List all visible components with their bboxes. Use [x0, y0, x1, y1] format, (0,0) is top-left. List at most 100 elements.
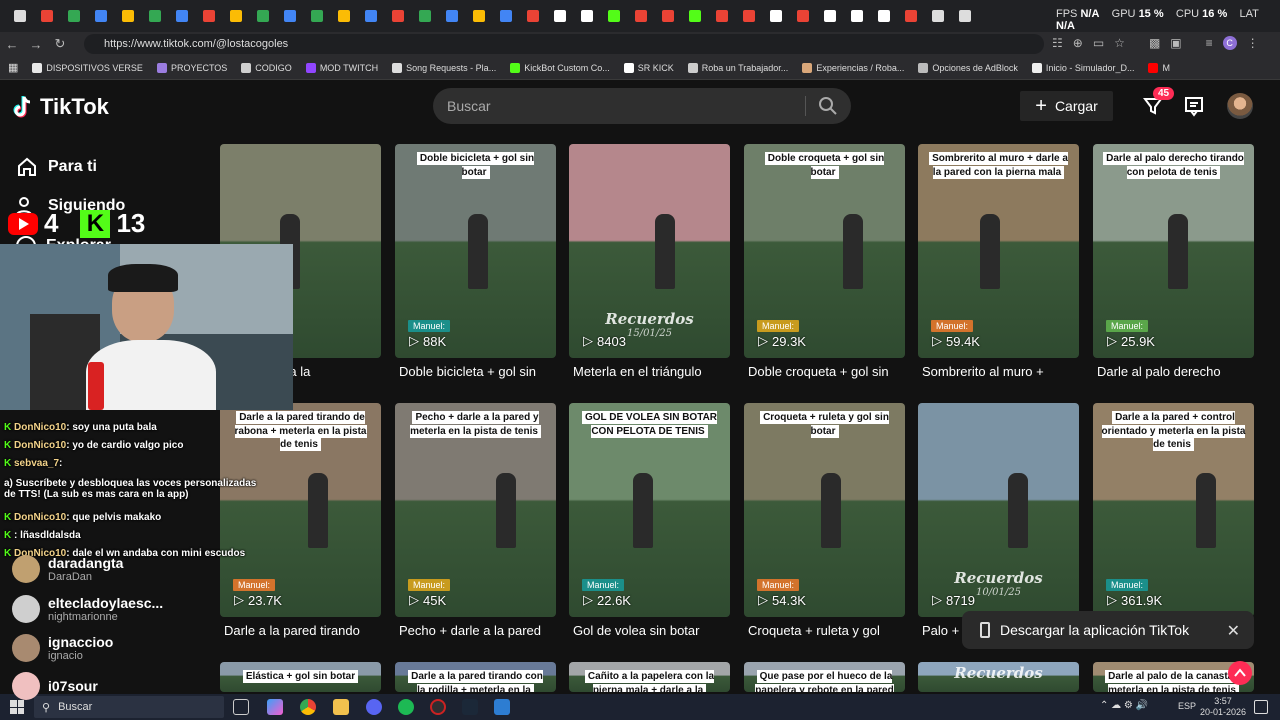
browser-tab[interactable]: [816, 0, 843, 32]
bookmark-item[interactable]: Roba un Trabajador...: [687, 62, 788, 73]
browser-tab[interactable]: [573, 0, 600, 32]
taskbar-clock[interactable]: 3:57 20-01-2026: [1200, 696, 1246, 718]
following-account[interactable]: daradangta DaraDan: [12, 555, 123, 583]
messages-icon[interactable]: [1183, 95, 1205, 117]
profile-icon[interactable]: C: [1222, 36, 1237, 50]
bookmark-item[interactable]: PROYECTOS: [156, 62, 227, 73]
browser-tab[interactable]: [114, 0, 141, 32]
browser-tab[interactable]: [465, 0, 492, 32]
browser-tab[interactable]: [600, 0, 627, 32]
windows-start-icon[interactable]: [10, 700, 24, 714]
language-indicator[interactable]: ESP: [1178, 701, 1196, 711]
close-icon[interactable]: ✕: [1227, 621, 1240, 641]
video-caption[interactable]: Gol de volea sin botar: [573, 623, 734, 638]
bookmark-item[interactable]: CODIGO: [241, 62, 292, 73]
bookmark-star-icon[interactable]: ☆: [1114, 36, 1125, 50]
tiktok-logo[interactable]: TikTok: [12, 94, 109, 120]
task-view-icon[interactable]: [233, 699, 249, 715]
video-caption[interactable]: Darle a la pared tirando: [224, 623, 385, 638]
browser-tab[interactable]: [519, 0, 546, 32]
extensions-icon[interactable]: ▩: [1149, 36, 1160, 50]
menu-dots-icon[interactable]: ⋮: [1247, 36, 1259, 50]
browser-tab[interactable]: [843, 0, 870, 32]
apps-grid-icon[interactable]: ▦: [8, 61, 18, 74]
reload-icon[interactable]: ↻: [48, 32, 72, 56]
app-icon[interactable]: [462, 699, 478, 715]
notifications-icon[interactable]: [1254, 700, 1268, 714]
search-bar[interactable]: Buscar: [433, 88, 851, 124]
browser-tab[interactable]: [546, 0, 573, 32]
browser-tab[interactable]: [87, 0, 114, 32]
forward-icon[interactable]: →: [24, 32, 48, 56]
extension-puzzle-icon[interactable]: ▣: [1170, 36, 1181, 50]
file-explorer-icon[interactable]: [333, 699, 349, 715]
browser-tab[interactable]: [654, 0, 681, 32]
following-account[interactable]: ignaccioo ignacio: [12, 634, 113, 662]
video-caption[interactable]: Doble croqueta + gol sin: [748, 364, 909, 379]
browser-tab[interactable]: [627, 0, 654, 32]
browser-tab[interactable]: [60, 0, 87, 32]
url-field[interactable]: https://www.tiktok.com/@lostacogoles: [84, 34, 1044, 54]
browser-tab[interactable]: [951, 0, 978, 32]
bookmark-item[interactable]: DISPOSITIVOS VERSE: [32, 62, 143, 73]
streaming-app-icon[interactable]: [494, 699, 510, 715]
bookmark-item[interactable]: MOD TWITCH: [305, 62, 378, 73]
discord-icon[interactable]: [366, 699, 382, 715]
video-caption[interactable]: Meterla en el triángulo: [573, 364, 734, 379]
upload-button[interactable]: + Cargar: [1020, 91, 1113, 121]
system-tray-icons[interactable]: ⌃ ☁ ⚙ 🔊: [1100, 700, 1148, 711]
video-caption[interactable]: Pecho + darle a la pared: [399, 623, 560, 638]
browser-tab[interactable]: [249, 0, 276, 32]
browser-tab[interactable]: [789, 0, 816, 32]
following-account[interactable]: eltecladoylaesc... nightmarionne: [12, 595, 163, 623]
bookmark-item[interactable]: Opciones de AdBlock: [918, 62, 1018, 73]
browser-tab[interactable]: [492, 0, 519, 32]
kick-chat-icon: K: [4, 512, 14, 523]
browser-tab[interactable]: [222, 0, 249, 32]
browser-tab[interactable]: [6, 0, 33, 32]
back-icon[interactable]: ←: [0, 32, 24, 56]
cast-icon[interactable]: ▭: [1093, 36, 1104, 50]
browser-tab[interactable]: [357, 0, 384, 32]
translate-icon[interactable]: ☷: [1052, 36, 1063, 50]
chrome-icon[interactable]: [300, 699, 316, 715]
browser-tab[interactable]: [276, 0, 303, 32]
user-avatar[interactable]: [1227, 93, 1253, 119]
video-caption[interactable]: Croqueta + ruleta y gol: [748, 623, 909, 638]
scroll-to-top-button[interactable]: [1228, 661, 1252, 685]
video-caption[interactable]: Doble bicicleta + gol sin: [399, 364, 560, 379]
browser-tab[interactable]: [168, 0, 195, 32]
bookmark-item[interactable]: SR KICK: [623, 62, 674, 73]
search-icon[interactable]: [817, 95, 839, 117]
spotify-icon[interactable]: [398, 699, 414, 715]
browser-tab[interactable]: [735, 0, 762, 32]
zoom-icon[interactable]: ⊕: [1073, 36, 1083, 50]
bookmark-item[interactable]: M: [1148, 62, 1170, 73]
bookmark-item[interactable]: KickBot Custom Co...: [510, 62, 610, 73]
video-caption[interactable]: Darle al palo derecho: [1097, 364, 1258, 379]
download-app-banner[interactable]: Descargar la aplicación TikTok ✕: [962, 611, 1254, 649]
bookmark-item[interactable]: Experiencias / Roba...: [802, 62, 904, 73]
browser-tab[interactable]: [762, 0, 789, 32]
browser-tab[interactable]: [438, 0, 465, 32]
bookmark-item[interactable]: Inicio - Simulador_D...: [1031, 62, 1134, 73]
following-account[interactable]: i07sour: [12, 672, 98, 700]
browser-tab[interactable]: [384, 0, 411, 32]
browser-tab[interactable]: [897, 0, 924, 32]
reading-list-icon[interactable]: ≡: [1206, 36, 1213, 50]
video-caption[interactable]: Sombrerito al muro +: [922, 364, 1083, 379]
browser-tab[interactable]: [141, 0, 168, 32]
sidebar-item-for-you[interactable]: Para ti: [16, 156, 97, 178]
browser-tab[interactable]: [411, 0, 438, 32]
bookmark-item[interactable]: Song Requests - Pla...: [392, 62, 496, 73]
browser-tab[interactable]: [870, 0, 897, 32]
browser-tab[interactable]: [33, 0, 60, 32]
browser-tab[interactable]: [708, 0, 735, 32]
copilot-icon[interactable]: [267, 699, 283, 715]
browser-tab[interactable]: [330, 0, 357, 32]
obs-icon[interactable]: [430, 699, 446, 715]
browser-tab[interactable]: [303, 0, 330, 32]
browser-tab[interactable]: [195, 0, 222, 32]
browser-tab[interactable]: [924, 0, 951, 32]
browser-tab[interactable]: [681, 0, 708, 32]
